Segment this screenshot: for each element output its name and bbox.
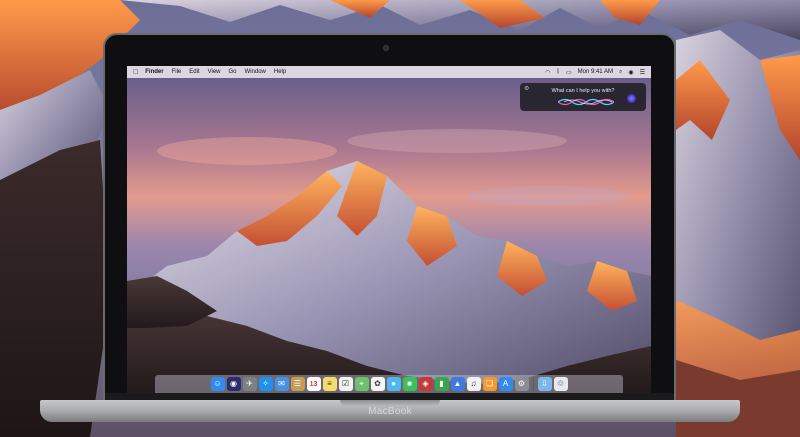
status-area: ◠ ᛒ ▭ Mon 9:41 AM ⌕ ◉ ☰ bbox=[539, 69, 651, 76]
dock-downloads-folder-icon[interactable]: ⇩ bbox=[537, 377, 552, 391]
dock-reminders-icon[interactable]: ☑ bbox=[338, 377, 353, 391]
desktop-screen:  Finder File Edit View Go Window Help ◠… bbox=[127, 66, 651, 393]
siri-prompt: What can I help you with? bbox=[551, 88, 615, 94]
dock-calendar-icon[interactable]: 13 bbox=[306, 377, 321, 391]
battery-icon[interactable]: ▭ bbox=[566, 69, 572, 76]
dock-keynote-icon[interactable]: ▲ bbox=[450, 377, 465, 391]
desktop-wallpaper bbox=[127, 66, 651, 393]
menu-clock[interactable]: Mon 9:41 AM bbox=[578, 69, 613, 75]
menu-item-view[interactable]: View bbox=[208, 69, 221, 75]
siri-mic-icon[interactable] bbox=[627, 94, 636, 103]
dock-notes-icon[interactable]: ≡ bbox=[322, 377, 337, 391]
dock-photo-booth-icon[interactable]: ◈ bbox=[418, 377, 433, 391]
bluetooth-icon[interactable]: ᛒ bbox=[556, 69, 560, 75]
menu-item-edit[interactable]: Edit bbox=[189, 69, 199, 75]
camera-icon bbox=[383, 45, 389, 51]
menu-item-help[interactable]: Help bbox=[274, 69, 286, 75]
dock-launchpad-icon[interactable]: ✈ bbox=[242, 377, 257, 391]
search-icon[interactable]: ⌕ bbox=[619, 69, 622, 76]
siri-waveform-icon bbox=[558, 98, 614, 106]
dock-finder-icon[interactable]: ☺ bbox=[210, 377, 225, 391]
wifi-icon[interactable]: ◠ bbox=[545, 69, 550, 76]
dock-messages-icon[interactable]: ● bbox=[386, 377, 401, 391]
dock-maps-icon[interactable]: ⌖ bbox=[354, 377, 369, 391]
dock-facetime-icon[interactable]: ■ bbox=[402, 377, 417, 391]
dock-safari-icon[interactable]: ✧ bbox=[258, 377, 273, 391]
dock-itunes-icon[interactable]: ♫ bbox=[466, 377, 481, 391]
menu-bar:  Finder File Edit View Go Window Help ◠… bbox=[127, 66, 651, 78]
dock-trash-icon[interactable]: ♲ bbox=[553, 377, 568, 391]
menu-item-finder[interactable]: Finder bbox=[145, 69, 163, 75]
dock-ibooks-icon[interactable]: ❑ bbox=[482, 377, 497, 391]
brand-label: MacBook bbox=[368, 406, 412, 417]
siri-panel[interactable]: ⚙ What can I help you with? bbox=[520, 83, 646, 111]
dock-numbers-icon[interactable]: ▮ bbox=[434, 377, 449, 391]
menu-item-window[interactable]: Window bbox=[245, 69, 266, 75]
dock-photos-icon[interactable]: ✿ bbox=[370, 377, 385, 391]
siri-icon[interactable]: ◉ bbox=[628, 69, 633, 76]
menu-item-go[interactable]: Go bbox=[229, 69, 237, 75]
dock-contacts-icon[interactable]: ☰ bbox=[290, 377, 305, 391]
apple-icon[interactable]:  bbox=[133, 69, 138, 76]
dock: ☺ ◉ ✈ ✧ ✉ ☰ 13 ≡ ☑ ⌖ ✿ ● ■ ◈ ▮ ▲ ♫ ❑ A ⚙ ⇩ ♲ bbox=[155, 375, 623, 393]
dock-separator bbox=[532, 377, 534, 391]
dock-system-preferences-icon[interactable]: ⚙ bbox=[514, 377, 529, 391]
menu-item-file[interactable]: File bbox=[172, 69, 182, 75]
dock-siri-icon[interactable]: ◉ bbox=[226, 377, 241, 391]
dock-app-store-icon[interactable]: A bbox=[498, 377, 513, 391]
dock-mail-icon[interactable]: ✉ bbox=[274, 377, 289, 391]
list-icon[interactable]: ☰ bbox=[640, 69, 645, 76]
